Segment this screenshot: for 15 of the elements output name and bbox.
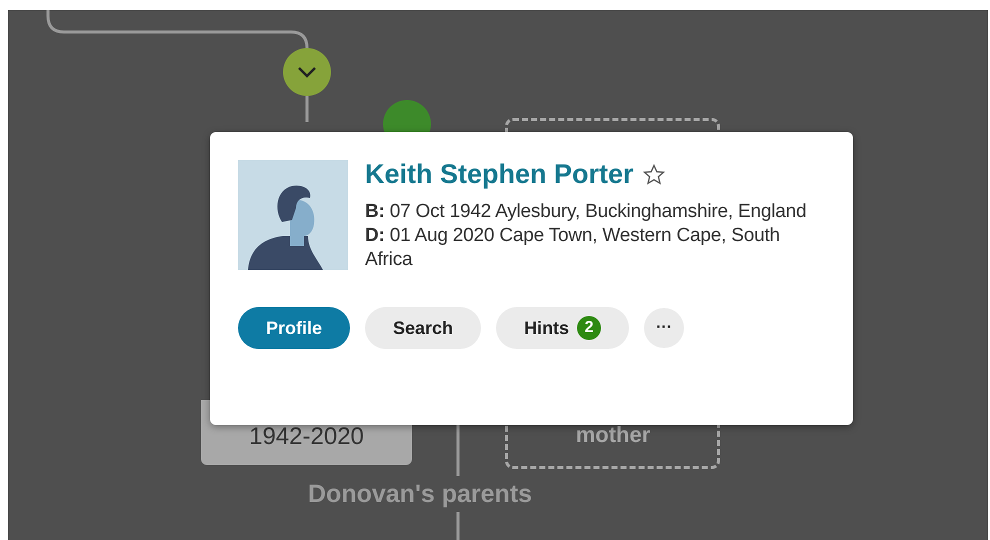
death-details: D: 01 Aug 2020 Cape Town, Western Cape, South Africa (365, 224, 781, 272)
hint-count-badge: 2 (577, 316, 602, 340)
placeholder-label: mother (574, 422, 652, 448)
avatar-silhouette-icon (238, 160, 348, 270)
connector-line (456, 512, 460, 540)
group-label: Donovan's parents (308, 480, 532, 509)
birth-details: B: 07 Oct 1942 Aylesbury, Buckinghamshire, England (365, 200, 808, 224)
chevron-down-icon[interactable] (283, 48, 331, 96)
person-name[interactable]: Keith Stephen Porter (365, 159, 634, 190)
profile-button[interactable]: Profile (238, 307, 350, 349)
star-icon[interactable] (642, 162, 666, 186)
search-button[interactable]: Search (365, 307, 482, 349)
hints-button[interactable]: Hints 2 (496, 307, 630, 349)
more-options-button[interactable]: ··· (644, 308, 684, 348)
connector-line (306, 96, 308, 122)
